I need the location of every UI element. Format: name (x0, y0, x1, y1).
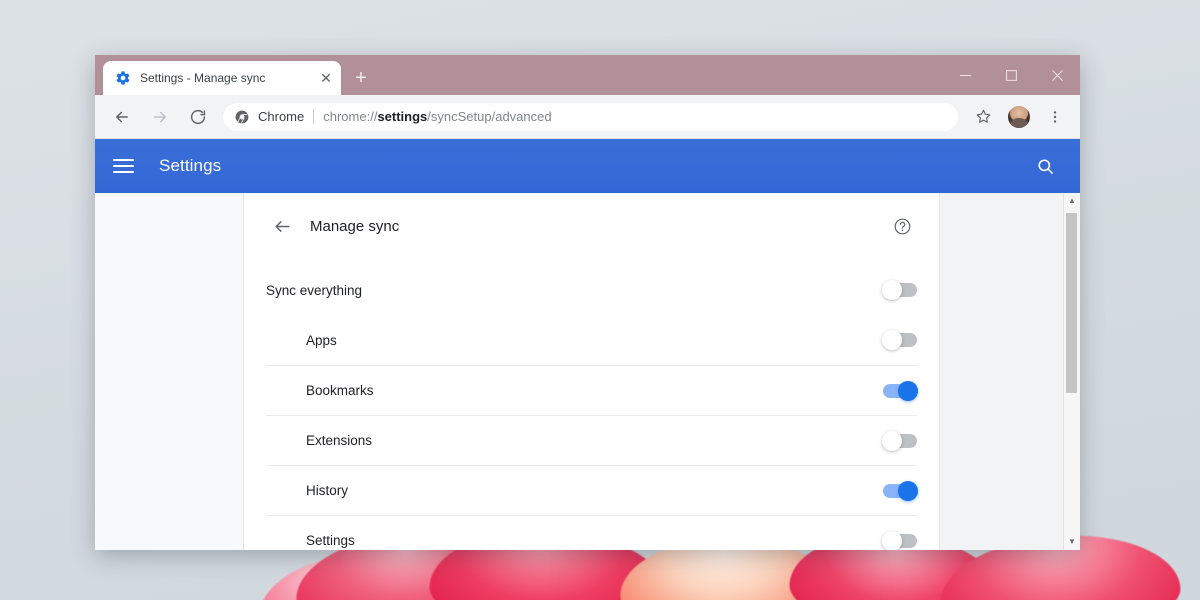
manage-sync-card: Manage sync Sync everything Apps Bookmarks… (244, 193, 939, 550)
sync-options-list: Sync everything Apps Bookmarks Extensions Hi… (266, 255, 918, 550)
sync-toggle[interactable] (882, 330, 917, 350)
tab-strip: Settings - Manage sync ✕ + (95, 55, 1080, 95)
sync-toggle[interactable] (882, 280, 917, 300)
sync-row-label: Settings (306, 533, 355, 548)
avatar[interactable] (1004, 102, 1034, 132)
sync-toggle[interactable] (882, 430, 917, 451)
sync-row-label: Sync everything (266, 282, 363, 298)
toggle-knob (882, 330, 902, 350)
sync-row: Apps (266, 315, 917, 365)
scrollbar-thumb[interactable] (1066, 213, 1077, 393)
sync-row: Extensions (266, 415, 917, 465)
url-suffix: /syncSetup/advanced (427, 109, 552, 124)
chrome-browser-window: Settings - Manage sync ✕ + Chrome chrome… (95, 55, 1080, 550)
help-circle-icon[interactable] (887, 211, 917, 241)
three-dot-menu-icon[interactable] (1040, 102, 1070, 132)
desktop-background: Settings - Manage sync ✕ + Chrome chrome… (0, 0, 1200, 600)
scroll-down-arrow-icon[interactable]: ▼ (1064, 534, 1080, 550)
new-tab-button[interactable]: + (347, 64, 375, 92)
flower-petal (247, 543, 413, 600)
tab-title: Settings - Manage sync (140, 71, 266, 85)
chrome-logo-icon (235, 110, 249, 124)
url-bold-segment: settings (377, 109, 428, 124)
search-icon[interactable] (1030, 151, 1060, 181)
sync-row: Bookmarks (266, 365, 918, 415)
browser-tab[interactable]: Settings - Manage sync ✕ (103, 61, 341, 95)
settings-app-bar: Settings (95, 139, 1080, 193)
window-controls (942, 55, 1080, 95)
toggle-knob (898, 380, 918, 401)
sync-toggle[interactable] (882, 530, 917, 550)
forward-button[interactable] (145, 102, 175, 132)
sync-row-label: Apps (306, 332, 337, 348)
sync-row: Settings (266, 515, 917, 550)
settings-sidebar (95, 193, 244, 550)
sync-row: History (266, 465, 918, 515)
sync-row-label: Bookmarks (306, 383, 374, 398)
back-arrow-icon[interactable] (266, 210, 298, 242)
subpage-header: Manage sync (266, 193, 917, 255)
subpage-title: Manage sync (310, 217, 400, 235)
url-prefix: chrome:// (323, 109, 378, 124)
sync-row-label: Extensions (306, 433, 373, 448)
toggle-knob (882, 530, 902, 550)
back-button[interactable] (107, 102, 137, 132)
close-tab-icon[interactable]: ✕ (317, 69, 335, 87)
sync-row: Sync everything (266, 265, 917, 315)
sync-toggle[interactable] (883, 380, 918, 401)
toggle-knob (882, 280, 902, 300)
settings-content-area: Manage sync Sync everything Apps Bookmarks… (244, 193, 1080, 550)
toggle-knob (882, 430, 902, 451)
address-bar-url: chrome://settings/syncSetup/advanced (323, 109, 551, 124)
omnibox-divider (313, 109, 315, 124)
settings-gear-icon (115, 70, 131, 86)
browser-toolbar: Chrome chrome://settings/syncSetup/advan… (95, 95, 1080, 139)
avatar-image (1008, 105, 1030, 128)
star-icon[interactable] (968, 102, 998, 132)
address-bar[interactable]: Chrome chrome://settings/syncSetup/advan… (223, 102, 958, 131)
reload-button[interactable] (183, 102, 213, 132)
scrollbar-track[interactable] (1064, 209, 1080, 534)
scroll-up-arrow-icon[interactable]: ▲ (1064, 193, 1080, 209)
settings-page: Settings Manage sync Sync everything App… (95, 139, 1080, 550)
toggle-knob (898, 480, 918, 501)
hamburger-menu-icon[interactable] (113, 152, 141, 180)
close-icon[interactable] (1034, 55, 1080, 95)
minimize-icon[interactable] (942, 55, 988, 95)
sync-row-label: History (306, 483, 349, 498)
page-scrollbar[interactable]: ▲ ▼ (1063, 193, 1080, 550)
site-identity-label: Chrome (258, 109, 305, 124)
page-title: Settings (159, 156, 222, 175)
sync-toggle[interactable] (883, 480, 918, 501)
maximize-icon[interactable] (988, 55, 1034, 95)
settings-body: Manage sync Sync everything Apps Bookmarks… (95, 193, 1080, 550)
